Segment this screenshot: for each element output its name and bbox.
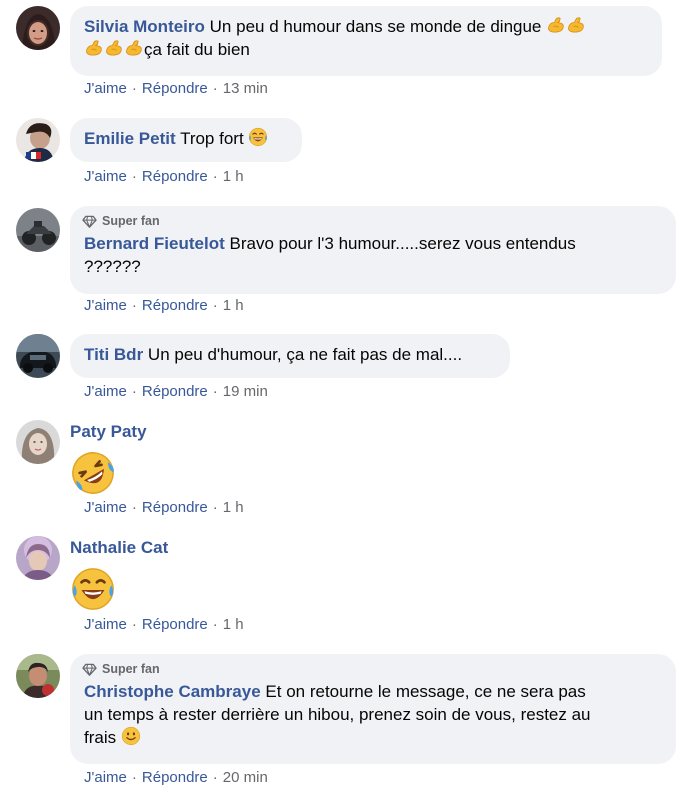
like-link[interactable]: J'aime	[84, 383, 127, 400]
comment-bernard-fieutelot: Super fan Bernard Fieutelot Bravo pour l…	[16, 206, 676, 318]
comment-text-line-2: un temps à rester derrière un hibou, pre…	[84, 705, 591, 724]
comment-text: Un peu d'humour, ça ne fait pas de mal..…	[147, 345, 463, 364]
comment-text: Et on retourne le message, ce ne sera pa…	[265, 682, 586, 701]
comment-author[interactable]: Titi Bdr	[84, 345, 143, 364]
diamond-icon	[82, 214, 97, 229]
flexed-biceps-emoji-icon	[84, 38, 104, 58]
separator: ·	[131, 297, 137, 314]
reply-link[interactable]: Répondre	[142, 616, 208, 633]
comment-time[interactable]: 1 h	[223, 616, 244, 633]
comment-text: Un peu d humour dans se monde de dingue	[209, 17, 542, 36]
comment-actions: J'aime · Répondre · 1 h	[84, 498, 244, 518]
flexed-biceps-emoji-icon	[124, 38, 144, 58]
comment-time[interactable]: 13 min	[223, 80, 268, 97]
separator: ·	[212, 297, 218, 314]
separator: ·	[131, 616, 137, 633]
separator: ·	[131, 168, 137, 185]
super-fan-badge[interactable]: Super fan	[82, 213, 662, 229]
avatar[interactable]	[16, 420, 60, 464]
comment-actions: J'aime · Répondre · 1 h	[84, 167, 244, 187]
reply-link[interactable]: Répondre	[142, 499, 208, 516]
separator: ·	[212, 80, 218, 97]
comment-time[interactable]: 1 h	[223, 168, 244, 185]
separator: ·	[131, 383, 137, 400]
tears-of-joy-emoji-icon	[70, 566, 116, 612]
avatar[interactable]	[16, 654, 60, 698]
comment-body: Paty Paty	[70, 420, 147, 443]
comment-author[interactable]: Paty Paty	[70, 422, 147, 441]
comment-text-continued: ??????	[84, 257, 141, 276]
reply-link[interactable]: Répondre	[142, 769, 208, 786]
comment-time[interactable]: 1 h	[223, 297, 244, 314]
flexed-biceps-emoji-icon	[546, 15, 566, 35]
slightly-smiling-face-emoji-icon	[121, 726, 141, 746]
comment-bubble: Emilie Petit Trop fort	[70, 118, 302, 162]
comment-time[interactable]: 1 h	[223, 499, 244, 516]
separator: ·	[131, 499, 137, 516]
comment-bubble: Super fan Christophe Cambraye Et on reto…	[70, 654, 676, 764]
comment-christophe-cambraye: Super fan Christophe Cambraye Et on reto…	[16, 654, 676, 790]
like-link[interactable]: J'aime	[84, 168, 127, 185]
reply-link[interactable]: Répondre	[142, 383, 208, 400]
comment-emilie-petit: Emilie Petit Trop fort J'aime · Répondre · 1…	[16, 118, 676, 190]
comment-author[interactable]: Silvia Monteiro	[84, 17, 205, 36]
comment-author[interactable]: Bernard Fieutelot	[84, 234, 225, 253]
comment-actions: J'aime · Répondre · 19 min	[84, 382, 268, 402]
separator: ·	[212, 499, 218, 516]
reply-link[interactable]: Répondre	[142, 80, 208, 97]
separator: ·	[131, 80, 137, 97]
avatar[interactable]	[16, 208, 60, 252]
separator: ·	[212, 383, 218, 400]
separator: ·	[212, 769, 218, 786]
avatar[interactable]	[16, 6, 60, 50]
like-link[interactable]: J'aime	[84, 769, 127, 786]
flexed-biceps-emoji-icon	[566, 15, 586, 35]
like-link[interactable]: J'aime	[84, 80, 127, 97]
comment-author[interactable]: Nathalie Cat	[70, 538, 168, 557]
reply-link[interactable]: Répondre	[142, 168, 208, 185]
comment-titi-bdr: Titi Bdr Un peu d'humour, ça ne fait pas…	[16, 334, 676, 406]
comment-paty-paty: Paty Paty J'aime · Répondre · 1 h	[16, 420, 676, 522]
comment-bubble: Titi Bdr Un peu d'humour, ça ne fait pas…	[70, 334, 510, 378]
rolling-on-floor-laughing-emoji-icon	[70, 450, 116, 496]
comment-text: Trop fort	[180, 129, 244, 148]
separator: ·	[212, 168, 218, 185]
comment-text-continued: ça fait du bien	[144, 40, 250, 59]
comment-bubble: Silvia Monteiro Un peu d humour dans se …	[70, 6, 662, 76]
comment-time[interactable]: 19 min	[223, 383, 268, 400]
diamond-icon	[82, 662, 97, 677]
super-fan-badge[interactable]: Super fan	[82, 661, 662, 677]
like-link[interactable]: J'aime	[84, 499, 127, 516]
comment-text: Bravo pour l'3 humour.....serez vous ent…	[229, 234, 576, 253]
comment-author[interactable]: Christophe Cambraye	[84, 682, 261, 701]
comment-actions: J'aime · Répondre · 13 min	[84, 79, 268, 99]
comment-actions: J'aime · Répondre · 20 min	[84, 768, 268, 788]
comment-body: Nathalie Cat	[70, 536, 168, 559]
comment-actions: J'aime · Répondre · 1 h	[84, 615, 244, 635]
reply-link[interactable]: Répondre	[142, 297, 208, 314]
comment-nathalie-cat: Nathalie Cat J'aime · Répondre · 1 h	[16, 536, 676, 638]
comment-actions: J'aime · Répondre · 1 h	[84, 296, 244, 316]
comment-time[interactable]: 20 min	[223, 769, 268, 786]
like-link[interactable]: J'aime	[84, 616, 127, 633]
comment-author[interactable]: Emilie Petit	[84, 129, 176, 148]
comment-bubble: Super fan Bernard Fieutelot Bravo pour l…	[70, 206, 676, 294]
badge-label: Super fan	[102, 214, 160, 228]
separator: ·	[212, 616, 218, 633]
tears-of-joy-emoji-icon	[248, 127, 268, 147]
avatar[interactable]	[16, 118, 60, 162]
comment-silvia-monteiro: Silvia Monteiro Un peu d humour dans se …	[16, 6, 676, 98]
badge-label: Super fan	[102, 662, 160, 676]
like-link[interactable]: J'aime	[84, 297, 127, 314]
comment-text-line-3: frais	[84, 728, 117, 747]
avatar[interactable]	[16, 536, 60, 580]
separator: ·	[131, 769, 137, 786]
flexed-biceps-emoji-icon	[104, 38, 124, 58]
avatar[interactable]	[16, 334, 60, 378]
